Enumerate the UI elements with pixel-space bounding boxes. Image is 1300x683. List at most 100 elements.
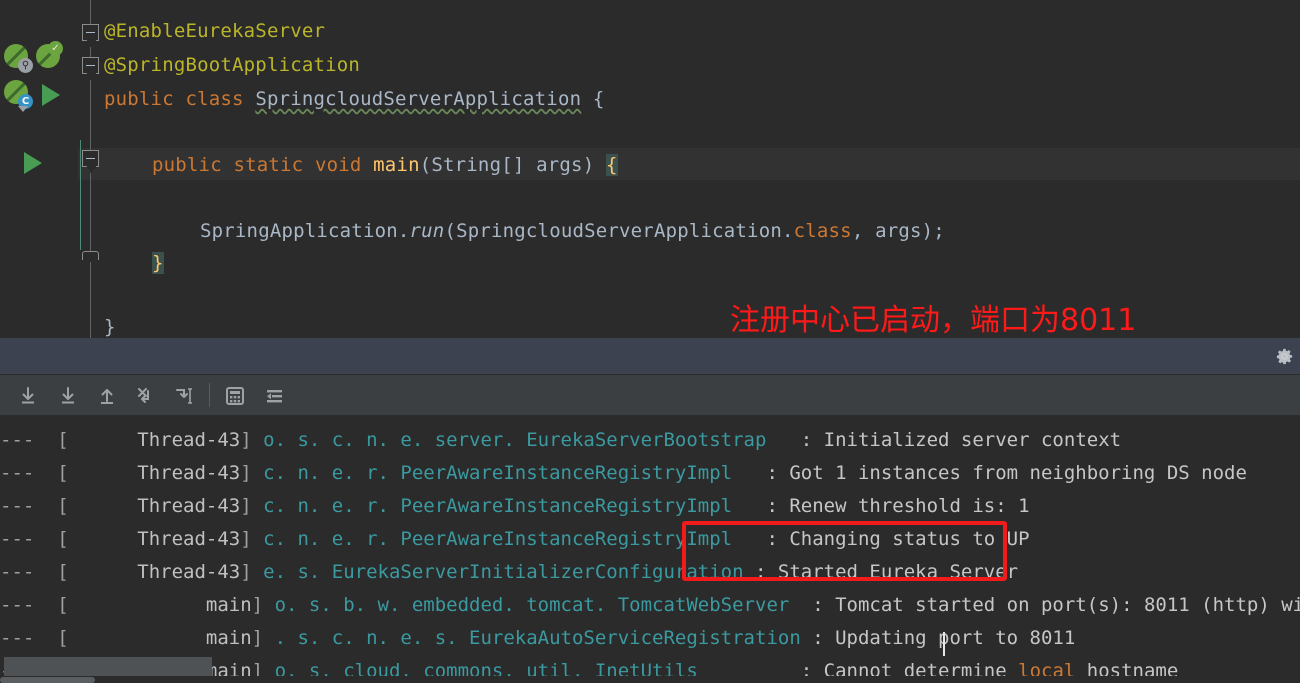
run-to-cursor-icon[interactable] xyxy=(174,385,196,407)
run-method-gutter-icon[interactable] xyxy=(24,152,42,174)
code-token: public xyxy=(104,88,174,110)
log-segment: Thread-43 xyxy=(68,462,241,484)
step-over-icon[interactable] xyxy=(17,385,39,407)
code-line: SpringApplication.run(SpringcloudServerA… xyxy=(200,218,945,244)
log-segment: Started Eureka Server xyxy=(777,561,1019,583)
annotation-text: 注册中心已启动，端口为8011 xyxy=(730,303,1137,338)
code-token: main xyxy=(373,154,420,176)
log-segment: e. s. EurekaServerInitializerConfigurati… xyxy=(263,561,744,583)
fold-marker-annotation-2[interactable] xyxy=(82,57,99,74)
log-segment: Tomcat started on port(s): 8011 (http) w… xyxy=(835,594,1300,616)
code-token: (SpringcloudServerApplication. xyxy=(444,220,794,242)
console-horizontal-scrollbar[interactable] xyxy=(0,676,1300,683)
console-log-line: --- [ main] o. s. b. w. embedded. tomcat… xyxy=(0,593,1300,617)
code-token: SpringApplication. xyxy=(200,220,410,242)
code-token: ( xyxy=(419,154,432,176)
code-token: @SpringBootApplication xyxy=(104,54,361,76)
step-out-icon[interactable] xyxy=(96,385,118,407)
code-folding-column[interactable] xyxy=(78,0,104,338)
step-into-icon[interactable] xyxy=(57,385,79,407)
code-token: run xyxy=(409,220,445,242)
fold-marker-annotation-1[interactable] xyxy=(82,24,99,41)
log-segment: ] xyxy=(240,528,264,550)
debugger-toolbar[interactable] xyxy=(0,375,1300,416)
log-segment: ] xyxy=(240,561,264,583)
log-segment: --- [ xyxy=(0,429,69,451)
spring-bean-search-icon[interactable]: ⚲ xyxy=(4,44,33,73)
log-segment: : xyxy=(743,561,778,583)
code-token: } xyxy=(152,252,164,274)
log-segment: : xyxy=(789,594,836,616)
code-line: public class SpringcloudServerApplicatio… xyxy=(104,86,605,112)
code-token: void xyxy=(314,154,362,176)
log-segment: Renew threshold is: 1 xyxy=(789,495,1030,517)
code-token: String xyxy=(431,154,502,176)
soft-wrap-icon[interactable] xyxy=(263,385,285,407)
code-token: [] args) xyxy=(501,154,606,176)
log-segment: Thread-43 xyxy=(68,429,241,451)
log-segment: : xyxy=(732,462,790,484)
log-segment: o. s. b. w. embedded. tomcat. TomcatWebS… xyxy=(274,594,790,616)
log-segment: ] xyxy=(240,462,264,484)
code-line: @SpringBootApplication xyxy=(104,52,360,78)
log-segment: Thread-43 xyxy=(68,561,241,583)
ide-window: ⚲ ✓ C @EnableEurekaServer @SpringBootApp… xyxy=(0,0,1300,683)
code-token: { xyxy=(605,154,618,176)
code-token: public xyxy=(152,154,222,176)
log-segment: c. n. e. r. PeerAwareInstanceRegistryImp… xyxy=(263,495,733,517)
evaluate-expression-icon[interactable] xyxy=(224,385,246,407)
log-segment: Thread-43 xyxy=(68,528,241,550)
code-line: } xyxy=(152,250,164,276)
log-segment: --- [ xyxy=(0,627,69,649)
log-segment: --- [ xyxy=(0,495,69,517)
console-log-line: --- [ main] . s. c. n. e. s. EurekaAutoS… xyxy=(0,626,1075,650)
console-output-panel[interactable]: --- [ Thread-43] o. s. c. n. e. server. … xyxy=(0,416,1300,683)
code-editor[interactable]: ⚲ ✓ C @EnableEurekaServer @SpringBootApp… xyxy=(0,0,1300,338)
code-token: } xyxy=(104,316,116,338)
log-segment: main xyxy=(68,594,252,616)
log-segment: c. n. e. r. PeerAwareInstanceRegistryImp… xyxy=(263,528,733,550)
spring-config-bean-icon[interactable]: C xyxy=(4,80,33,112)
log-segment: : xyxy=(766,429,824,451)
log-segment: : xyxy=(800,627,836,649)
toolbar-separator xyxy=(209,383,210,407)
editor-gutter[interactable]: ⚲ ✓ C xyxy=(0,0,75,338)
code-token: static xyxy=(233,154,304,176)
force-step-into-icon[interactable] xyxy=(135,385,157,407)
fold-marker-method[interactable] xyxy=(82,150,99,167)
code-line: @EnableEurekaServer xyxy=(104,18,325,44)
fold-marker-method-end[interactable] xyxy=(82,251,99,260)
log-segment: --- [ xyxy=(0,561,69,583)
code-line: public static void main(String[] args) { xyxy=(152,152,618,178)
run-application-icon[interactable] xyxy=(42,84,60,106)
log-segment: --- [ xyxy=(0,594,69,616)
scrollbar-thumb[interactable] xyxy=(0,677,95,683)
log-segment: c. n. e. r. PeerAwareInstanceRegistryImp… xyxy=(263,462,733,484)
log-segment: o. s. c. n. e. server. EurekaServerBoots… xyxy=(263,429,767,451)
tool-window-header-bar[interactable] xyxy=(0,338,1300,375)
spring-bean-check-icon[interactable]: ✓ xyxy=(36,41,63,70)
console-text-caret xyxy=(943,632,945,656)
code-token: @EnableEurekaServer xyxy=(104,20,326,42)
log-segment: Updating port to 8011 xyxy=(835,627,1076,649)
log-segment: ] xyxy=(240,495,264,517)
log-segment: Changing status to UP xyxy=(789,528,1030,550)
log-segment: . s. c. n. e. s. EurekaAutoServiceRegist… xyxy=(274,627,801,649)
code-token: class xyxy=(793,220,852,242)
log-segment: --- [ xyxy=(0,462,69,484)
gear-icon[interactable] xyxy=(1275,347,1294,366)
log-segment: --- [ xyxy=(0,528,69,550)
console-log-line: --- [ Thread-43] o. s. c. n. e. server. … xyxy=(0,428,1121,452)
console-log-line: --- [ Thread-43] c. n. e. r. PeerAwareIn… xyxy=(0,494,1030,518)
log-segment: ] xyxy=(240,429,264,451)
log-segment: : xyxy=(732,495,790,517)
console-log-line: --- [ Thread-43] c. n. e. r. PeerAwareIn… xyxy=(0,527,1030,551)
code-token: SpringcloudServerApplication xyxy=(255,88,582,110)
code-token: , args); xyxy=(851,220,945,242)
log-segment: ] xyxy=(251,594,275,616)
